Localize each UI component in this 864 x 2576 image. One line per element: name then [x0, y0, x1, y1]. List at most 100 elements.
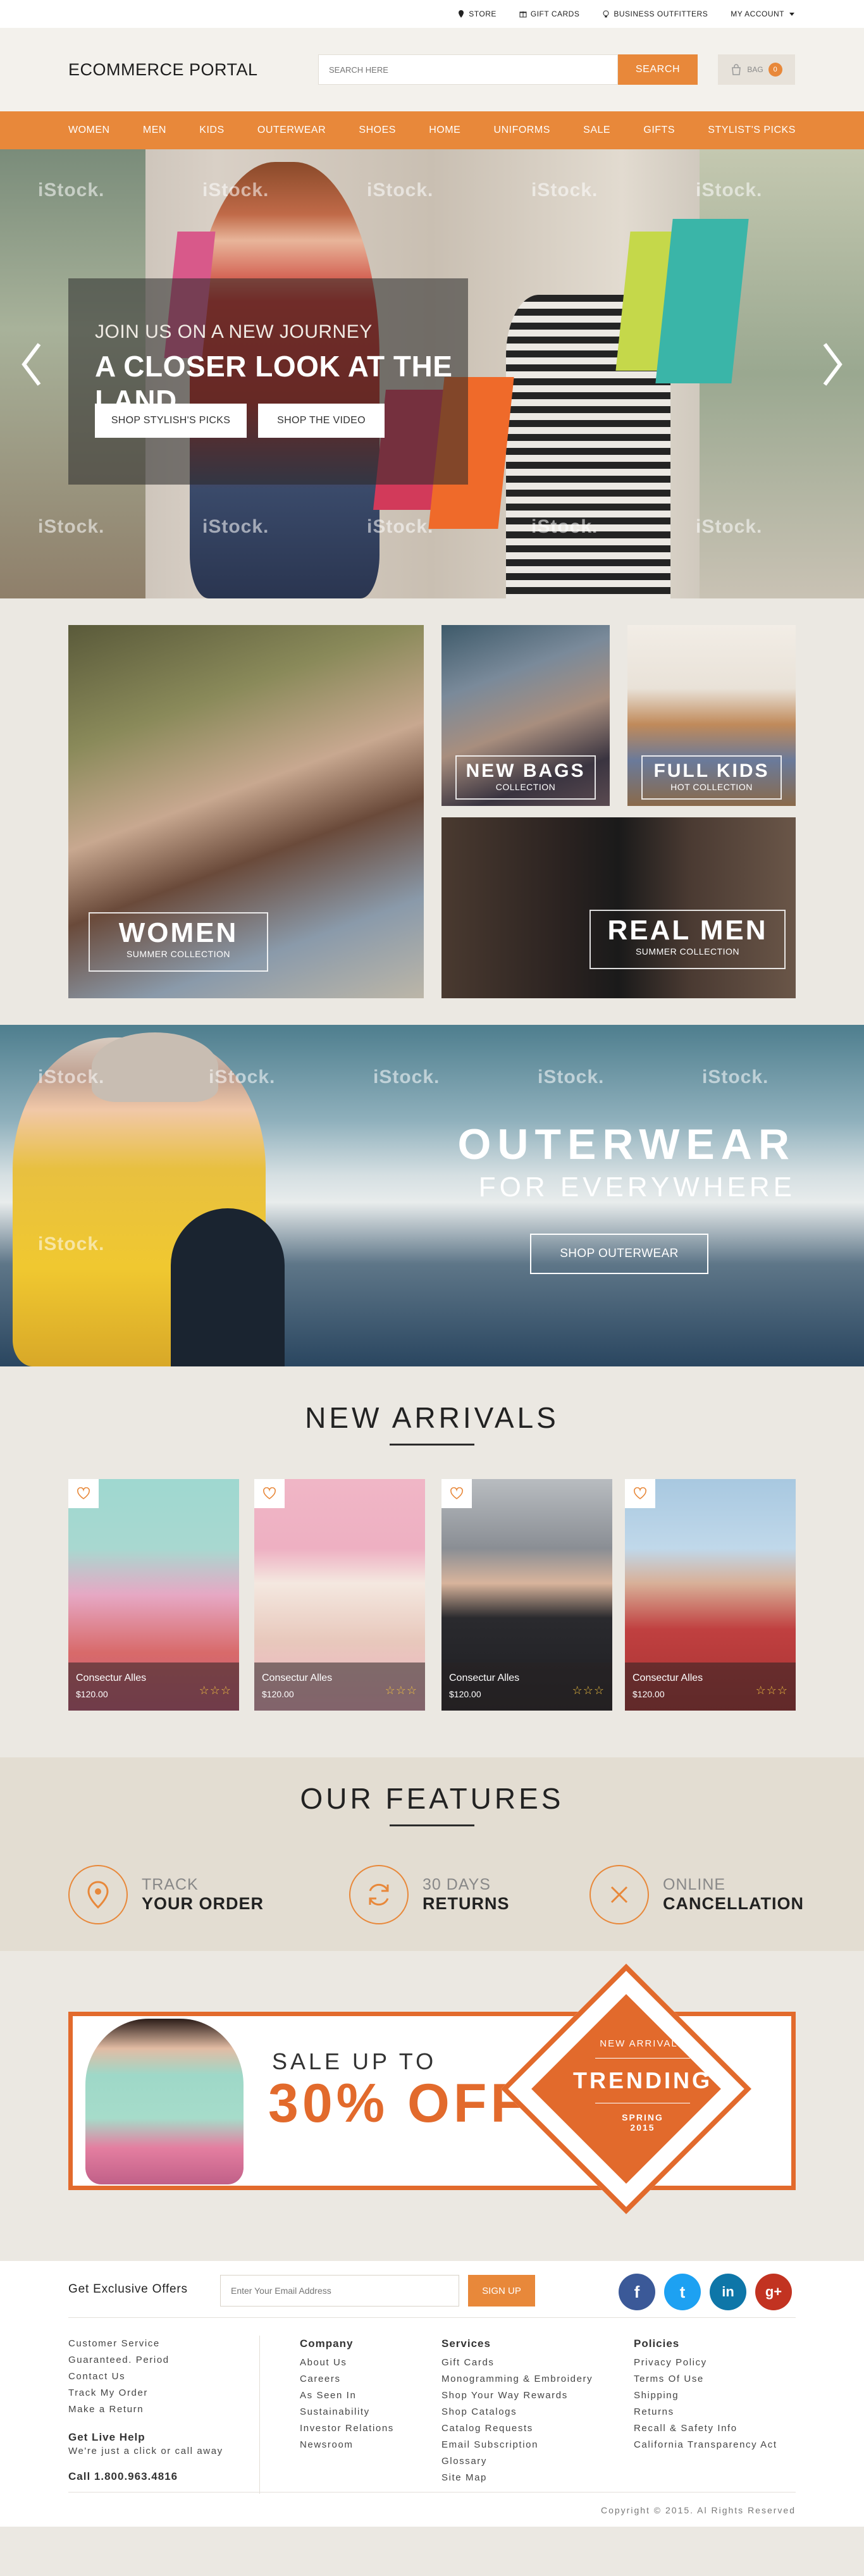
footer-link[interactable]: Make a Return: [68, 2401, 258, 2418]
footer-column-services: Services Gift Cards Monogramming & Embro…: [441, 2336, 593, 2486]
footer-link[interactable]: Site Map: [441, 2470, 593, 2486]
heart-icon[interactable]: [68, 1479, 99, 1508]
google-plus-icon[interactable]: g+: [755, 2274, 792, 2310]
twitter-icon[interactable]: t: [664, 2274, 701, 2310]
watermark: iStock.: [531, 180, 598, 201]
nav-item-women[interactable]: WOMEN: [68, 125, 110, 136]
site-logo[interactable]: ECOMMERCE PORTAL: [68, 60, 318, 80]
feature-returns[interactable]: 30 DAYS RETURNS: [349, 1865, 510, 1924]
shop-outerwear-button[interactable]: SHOP OUTERWEAR: [530, 1234, 708, 1274]
footer-link[interactable]: Privacy Policy: [634, 2355, 777, 2371]
linkedin-icon[interactable]: in: [710, 2274, 746, 2310]
product-card[interactable]: Consectur Alles $120.00 ☆☆☆: [254, 1479, 425, 1711]
nav-item-gifts[interactable]: GIFTS: [643, 125, 675, 136]
location-pin-icon: [68, 1865, 128, 1924]
watermark: iStock.: [531, 516, 598, 537]
nav-item-men[interactable]: MEN: [143, 125, 166, 136]
footer-link[interactable]: Returns: [634, 2404, 777, 2420]
gift-cards-link[interactable]: GIFT CARDS: [519, 9, 579, 18]
footer-link[interactable]: Monogramming & Embroidery: [441, 2371, 593, 2387]
search-button[interactable]: SEARCH: [618, 54, 698, 85]
watermark: iStock.: [202, 516, 269, 537]
chevron-right-icon[interactable]: [820, 339, 845, 390]
facebook-icon[interactable]: f: [619, 2274, 655, 2310]
category-tile-kids[interactable]: FULL KIDS HOT COLLECTION: [627, 625, 796, 806]
features-section: OUR FEATURES TRACK YOUR ORDER 30 DAYS RETU…: [0, 1757, 864, 1951]
product-price: $120.00: [449, 1689, 481, 1699]
bag-label: BAG: [747, 65, 763, 74]
footer-link[interactable]: Sustainability: [300, 2404, 394, 2420]
footer-link[interactable]: Email Subscription: [441, 2437, 593, 2453]
footer-link[interactable]: Glossary: [441, 2453, 593, 2470]
outerwear-subtitle: FOR EVERYWHERE: [478, 1172, 796, 1203]
newsletter-email-input[interactable]: [220, 2275, 459, 2307]
footer-link[interactable]: Track My Order: [68, 2385, 258, 2401]
store-link[interactable]: STORE: [457, 9, 497, 18]
map-pin-icon: [459, 10, 464, 18]
heart-icon[interactable]: [254, 1479, 285, 1508]
feature-online-cancellation[interactable]: ONLINE CANCELLATION: [589, 1865, 804, 1924]
footer-link[interactable]: Guaranteed. Period: [68, 2352, 258, 2369]
hero-eyebrow: JOIN US ON A NEW JOURNEY: [95, 321, 373, 342]
nav-item-uniforms[interactable]: UNIFORMS: [494, 125, 550, 136]
footer-link[interactable]: California Transparency Act: [634, 2437, 777, 2453]
category-subtitle: SUMMER COLLECTION: [126, 949, 231, 959]
watermark: iStock.: [38, 180, 105, 201]
my-account-label: MY ACCOUNT: [731, 9, 784, 18]
footer-link[interactable]: Shop Catalogs: [441, 2404, 593, 2420]
footer-link[interactable]: Catalog Requests: [441, 2420, 593, 2437]
category-title: WOMEN: [118, 917, 238, 948]
footer-link[interactable]: Shop Your Way Rewards: [441, 2387, 593, 2404]
footer-link[interactable]: Contact Us: [68, 2369, 258, 2385]
category-tile-women[interactable]: WOMEN SUMMER COLLECTION: [68, 625, 424, 998]
phone-number[interactable]: Call 1.800.963.4816: [68, 2468, 258, 2485]
product-name: Consectur Alles: [76, 1673, 147, 1683]
category-label: WOMEN SUMMER COLLECTION: [89, 912, 268, 972]
nav-item-home[interactable]: HOME: [429, 125, 460, 136]
footer-column-company: Company About Us Careers As Seen In Sust…: [300, 2336, 394, 2453]
shop-stylists-picks-button[interactable]: SHOP STYLISH'S PICKS: [95, 404, 247, 438]
footer-link[interactable]: Investor Relations: [300, 2420, 394, 2437]
category-title: FULL KIDS: [653, 760, 770, 781]
nav-item-sale[interactable]: SALE: [583, 125, 610, 136]
product-card[interactable]: Consectur Alles $120.00 ☆☆☆: [68, 1479, 239, 1711]
footer-link[interactable]: Shipping: [634, 2387, 777, 2404]
category-tile-bags[interactable]: NEW BAGS COLLECTION: [441, 625, 610, 806]
footer-link[interactable]: Terms Of Use: [634, 2371, 777, 2387]
search-input[interactable]: [318, 54, 618, 85]
feature-track-order[interactable]: TRACK YOUR ORDER: [68, 1865, 264, 1924]
product-card[interactable]: Consectur Alles $120.00 ☆☆☆: [625, 1479, 796, 1711]
category-tile-men[interactable]: REAL MEN SUMMER COLLECTION: [441, 817, 796, 998]
footer-link[interactable]: Customer Service: [68, 2336, 258, 2352]
footer-link[interactable]: As Seen In: [300, 2387, 394, 2404]
footer-link[interactable]: Recall & Safety Info: [634, 2420, 777, 2437]
shopping-bag-button[interactable]: BAG 0: [718, 54, 795, 85]
footer-link[interactable]: Careers: [300, 2371, 394, 2387]
nav-item-kids[interactable]: KIDS: [199, 125, 224, 136]
business-outfitters-link[interactable]: BUSINESS OUTFITTERS: [602, 9, 708, 18]
badge-top-text: NEW ARRIVALS: [600, 2038, 686, 2049]
nav-item-shoes[interactable]: SHOES: [359, 125, 396, 136]
footer-link[interactable]: Newsroom: [300, 2437, 394, 2453]
product-name: Consectur Alles: [262, 1673, 333, 1683]
product-info-bar: Consectur Alles $120.00 ☆☆☆: [68, 1663, 239, 1711]
heart-icon[interactable]: [625, 1479, 655, 1508]
feature-line2: YOUR ORDER: [142, 1894, 264, 1913]
footer-column-policies: Policies Privacy Policy Terms Of Use Shi…: [634, 2336, 777, 2453]
badge-season: SPRING: [622, 2112, 663, 2122]
nav-item-stylists-picks[interactable]: STYLIST'S PICKS: [708, 125, 796, 136]
footer-link[interactable]: About Us: [300, 2355, 394, 2371]
feature-line2: RETURNS: [423, 1894, 510, 1913]
heart-icon[interactable]: [441, 1479, 472, 1508]
refresh-icon: [349, 1865, 409, 1924]
nav-item-outerwear[interactable]: OUTERWEAR: [257, 125, 326, 136]
footer-link[interactable]: Gift Cards: [441, 2355, 593, 2371]
my-account-dropdown[interactable]: MY ACCOUNT: [731, 9, 796, 18]
promo-percent-off: 30% OFF: [268, 2073, 528, 2134]
product-card[interactable]: Consectur Alles $120.00 ☆☆☆: [441, 1479, 612, 1711]
shop-the-video-button[interactable]: SHOP THE VIDEO: [258, 404, 385, 438]
product-info-bar: Consectur Alles $120.00 ☆☆☆: [441, 1663, 612, 1711]
sign-up-button[interactable]: SIGN UP: [468, 2275, 535, 2307]
chevron-left-icon[interactable]: [19, 339, 44, 390]
feature-line1: TRACK: [142, 1876, 199, 1893]
